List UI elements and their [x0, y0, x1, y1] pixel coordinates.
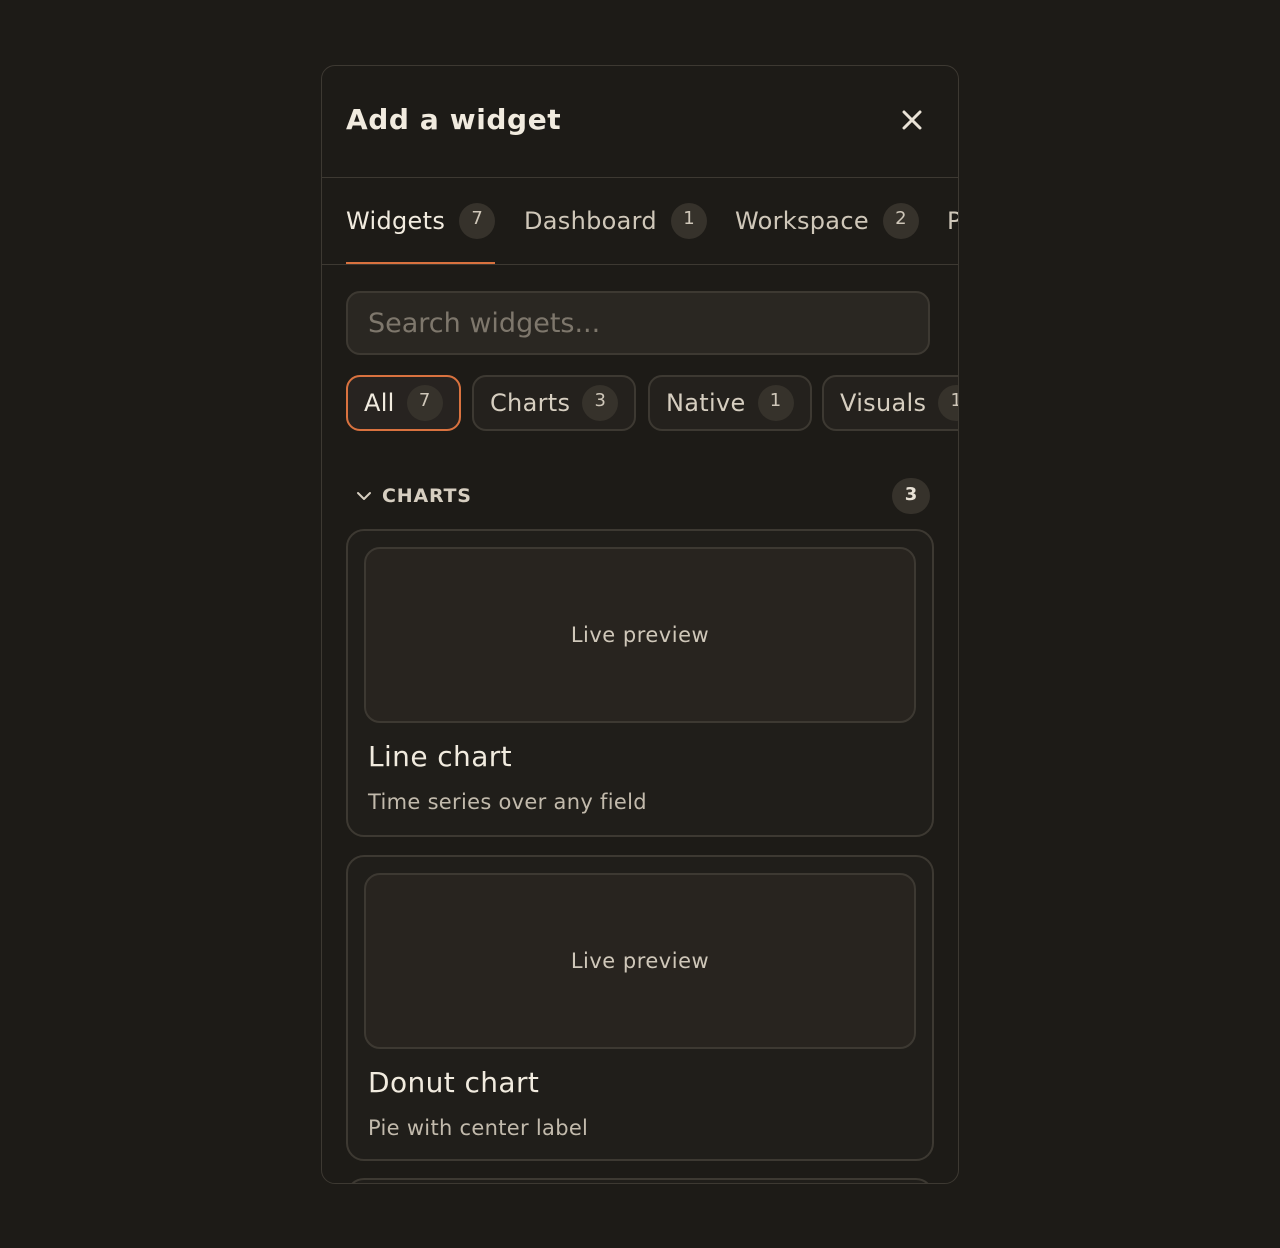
chip-count-badge: 7 — [406, 385, 443, 421]
modal-header: Add a widget — [322, 66, 958, 178]
modal-title: Add a widget — [346, 103, 562, 136]
tab-count-badge: 1 — [670, 203, 707, 239]
chip-count-badge: 3 — [582, 385, 619, 421]
tab-label: P — [947, 207, 958, 235]
tab-widgets[interactable]: Widgets 7 — [346, 178, 496, 264]
filter-chip-visuals[interactable]: Visuals 1 — [822, 375, 958, 431]
filter-chip-charts[interactable]: Charts 3 — [472, 375, 637, 431]
widget-description: Time series over any field — [368, 790, 647, 814]
tab-dashboard[interactable]: Dashboard 1 — [524, 178, 707, 264]
live-preview: Live preview — [364, 547, 916, 723]
tab-label: Widgets — [346, 207, 446, 235]
section-title: CHARTS — [382, 485, 472, 507]
chip-label: Visuals — [840, 389, 927, 417]
section-count-badge: 3 — [892, 478, 930, 514]
chevron-down-icon — [357, 492, 371, 500]
widget-card-line-chart[interactable]: Live preview Line chart Time series over… — [346, 529, 934, 837]
preview-label: Live preview — [570, 949, 710, 973]
add-widget-modal: Add a widget Widgets 7 Dashboard 1 Works… — [321, 65, 959, 1184]
preview-label: Live preview — [570, 623, 710, 647]
live-preview: Live preview — [364, 873, 916, 1049]
tab-count-badge: 2 — [882, 203, 919, 239]
chip-count-badge: 1 — [938, 385, 958, 421]
close-button[interactable] — [894, 102, 930, 138]
widget-card-donut-chart[interactable]: Live preview Donut chart Pie with center… — [346, 855, 934, 1161]
tab-label: Dashboard — [524, 207, 657, 235]
filter-chips: All 7 Charts 3 Native 1 Visuals 1 — [346, 375, 958, 431]
chip-label: Native — [666, 389, 746, 417]
widget-title: Donut chart — [368, 1066, 540, 1099]
filter-chip-all[interactable]: All 7 — [346, 375, 461, 431]
filter-chip-native[interactable]: Native 1 — [648, 375, 812, 431]
tab-bar: Widgets 7 Dashboard 1 Workspace 2 P — [322, 178, 958, 265]
tab-label: Workspace — [735, 207, 869, 235]
widget-title: Line chart — [368, 740, 513, 773]
active-tab-indicator — [346, 262, 496, 264]
section-header-charts[interactable]: CHARTS 3 — [346, 478, 930, 514]
chip-count-badge: 1 — [757, 385, 794, 421]
widget-card-partial[interactable] — [346, 1178, 934, 1183]
chip-label: Charts — [490, 389, 571, 417]
widget-description: Pie with center label — [368, 1116, 589, 1140]
chip-label: All — [364, 389, 395, 417]
tab-workspace[interactable]: Workspace 2 — [735, 178, 919, 264]
tab-truncated[interactable]: P — [947, 178, 958, 264]
search-input[interactable] — [346, 291, 930, 355]
tab-count-badge: 7 — [459, 203, 496, 239]
close-icon — [902, 110, 922, 130]
